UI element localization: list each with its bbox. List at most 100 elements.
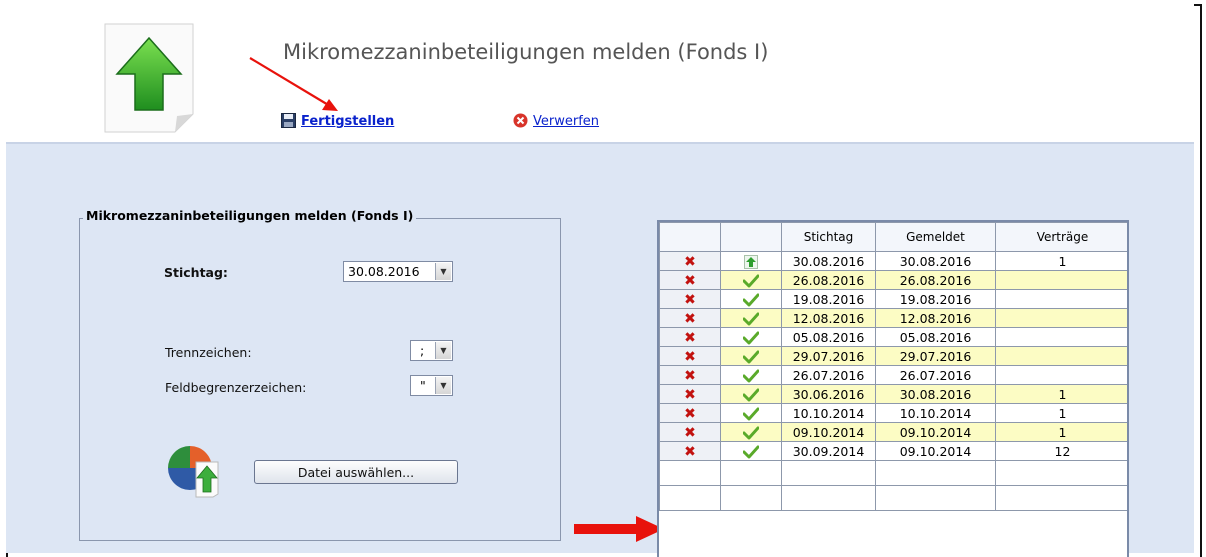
gemeldet-cell: 26.08.2016	[875, 270, 996, 290]
delete-cell[interactable]: ✖	[659, 365, 721, 385]
table-row[interactable]: ✖ 26.07.2016 26.07.2016	[659, 365, 1127, 385]
stichtag-cell: 19.08.2016	[781, 289, 876, 309]
vertraege-cell: 1	[995, 403, 1127, 423]
status-cell	[720, 422, 782, 442]
page-title: Mikromezzaninbeteiligungen melden (Fonds…	[283, 40, 769, 64]
stichtag-select[interactable]: 30.08.2016 ▼	[343, 261, 453, 282]
table-row[interactable]: ✖ 19.08.2016 19.08.2016	[659, 289, 1127, 309]
table-row[interactable]: ✖ 10.10.2014 10.10.2014 1	[659, 403, 1127, 423]
chevron-down-icon[interactable]: ▼	[435, 263, 451, 280]
red-x-icon[interactable]: ✖	[684, 445, 696, 459]
status-cell	[720, 365, 782, 385]
trennzeichen-value: ;	[420, 343, 425, 358]
page-header: Mikromezzaninbeteiligungen melden (Fonds…	[6, 0, 1194, 142]
trennzeichen-label: Trennzeichen:	[165, 345, 252, 360]
delete-cell[interactable]: ✖	[659, 346, 721, 366]
stichtag-label: Stichtag:	[164, 265, 228, 280]
fieldset-legend: Mikromezzaninbeteiligungen melden (Fonds…	[83, 208, 417, 223]
annotation-arrow-icon	[574, 516, 664, 542]
stichtag-cell: 26.07.2016	[781, 365, 876, 385]
column-header-status	[720, 222, 782, 252]
annotation-arrow-icon	[249, 57, 338, 111]
delete-cell[interactable]: ✖	[659, 289, 721, 309]
green-check-icon	[743, 312, 759, 326]
gemeldet-cell: 29.07.2016	[875, 346, 996, 366]
green-check-icon	[743, 350, 759, 364]
stichtag-cell: 05.08.2016	[781, 327, 876, 347]
delete-cell[interactable]: ✖	[659, 422, 721, 442]
red-x-icon[interactable]: ✖	[684, 350, 696, 364]
green-up-arrow-icon	[744, 254, 758, 269]
delete-cell[interactable]: ✖	[659, 441, 721, 461]
delete-cell[interactable]: ✖	[659, 327, 721, 347]
table-row[interactable]: ✖ 26.08.2016 26.08.2016	[659, 270, 1127, 290]
chevron-down-icon[interactable]: ▼	[435, 342, 451, 359]
gemeldet-cell: 26.07.2016	[875, 365, 996, 385]
stichtag-cell: 30.09.2014	[781, 441, 876, 461]
column-header-vertraege[interactable]: Verträge	[995, 222, 1127, 252]
table-row[interactable]: ✖ 09.10.2014 09.10.2014 1	[659, 422, 1127, 442]
vertraege-cell	[995, 365, 1127, 385]
delete-cell[interactable]: ✖	[659, 403, 721, 423]
gemeldet-cell: 09.10.2014	[875, 422, 996, 442]
column-header-gemeldet[interactable]: Gemeldet	[875, 222, 996, 252]
status-cell	[720, 251, 782, 271]
red-x-icon[interactable]: ✖	[684, 407, 696, 421]
gemeldet-cell: 30.08.2016	[875, 384, 996, 404]
red-x-icon[interactable]: ✖	[684, 369, 696, 383]
red-x-icon[interactable]: ✖	[684, 293, 696, 307]
red-x-icon[interactable]: ✖	[684, 388, 696, 402]
table-row[interactable]: ✖ 30.09.2014 09.10.2014 12	[659, 441, 1127, 461]
chevron-down-icon[interactable]: ▼	[435, 377, 451, 394]
delete-cell[interactable]: ✖	[659, 384, 721, 404]
green-check-icon	[743, 445, 759, 459]
feldbegrenzer-value: "	[420, 378, 426, 393]
red-x-circle-icon	[513, 113, 528, 128]
empty-row	[659, 460, 1127, 486]
stichtag-cell: 29.07.2016	[781, 346, 876, 366]
status-cell	[720, 270, 782, 290]
gemeldet-cell: 10.10.2014	[875, 403, 996, 423]
column-header-stichtag[interactable]: Stichtag	[781, 222, 876, 252]
feldbegrenzer-label: Feldbegrenzerzeichen:	[165, 380, 307, 395]
red-x-icon[interactable]: ✖	[684, 426, 696, 440]
green-check-icon	[743, 369, 759, 383]
gemeldet-cell: 09.10.2014	[875, 441, 996, 461]
vertraege-cell: 1	[995, 384, 1127, 404]
upload-fieldset	[79, 218, 561, 541]
choose-file-button[interactable]: Datei auswählen...	[254, 460, 458, 484]
table-header-row: Stichtag Gemeldet Verträge	[659, 222, 1127, 252]
trennzeichen-select[interactable]: ; ▼	[410, 340, 453, 361]
feldbegrenzer-select[interactable]: " ▼	[410, 375, 453, 396]
red-x-icon[interactable]: ✖	[684, 312, 696, 326]
green-check-icon	[743, 388, 759, 402]
gemeldet-cell: 12.08.2016	[875, 308, 996, 328]
column-header-delete	[659, 222, 721, 252]
status-cell	[720, 289, 782, 309]
delete-cell[interactable]: ✖	[659, 251, 721, 271]
upload-document-icon	[104, 23, 194, 133]
vertraege-cell	[995, 270, 1127, 290]
delete-cell[interactable]: ✖	[659, 308, 721, 328]
table-row[interactable]: ✖ 05.08.2016 05.08.2016	[659, 327, 1127, 347]
green-check-icon	[743, 331, 759, 345]
vertraege-cell	[995, 308, 1127, 328]
table-row[interactable]: ✖ 30.06.2016 30.08.2016 1	[659, 384, 1127, 404]
stichtag-cell: 30.06.2016	[781, 384, 876, 404]
stichtag-cell: 10.10.2014	[781, 403, 876, 423]
green-check-icon	[743, 426, 759, 440]
discard-button[interactable]: Verwerfen	[513, 113, 599, 129]
stichtag-cell: 26.08.2016	[781, 270, 876, 290]
reports-table: Stichtag Gemeldet Verträge ✖ 30.08.2016 30…	[657, 220, 1129, 557]
discard-label: Verwerfen	[533, 114, 600, 129]
red-x-icon[interactable]: ✖	[684, 274, 696, 288]
vertraege-cell	[995, 346, 1127, 366]
red-x-icon[interactable]: ✖	[684, 331, 696, 345]
table-row[interactable]: ✖ 12.08.2016 12.08.2016	[659, 308, 1127, 328]
stichtag-cell: 30.08.2016	[781, 251, 876, 271]
red-x-icon[interactable]: ✖	[684, 255, 696, 269]
table-row[interactable]: ✖ 29.07.2016 29.07.2016	[659, 346, 1127, 366]
delete-cell[interactable]: ✖	[659, 270, 721, 290]
finish-label: Fertigstellen	[301, 114, 395, 129]
table-row[interactable]: ✖ 30.08.2016 30.08.2016 1	[659, 251, 1127, 271]
